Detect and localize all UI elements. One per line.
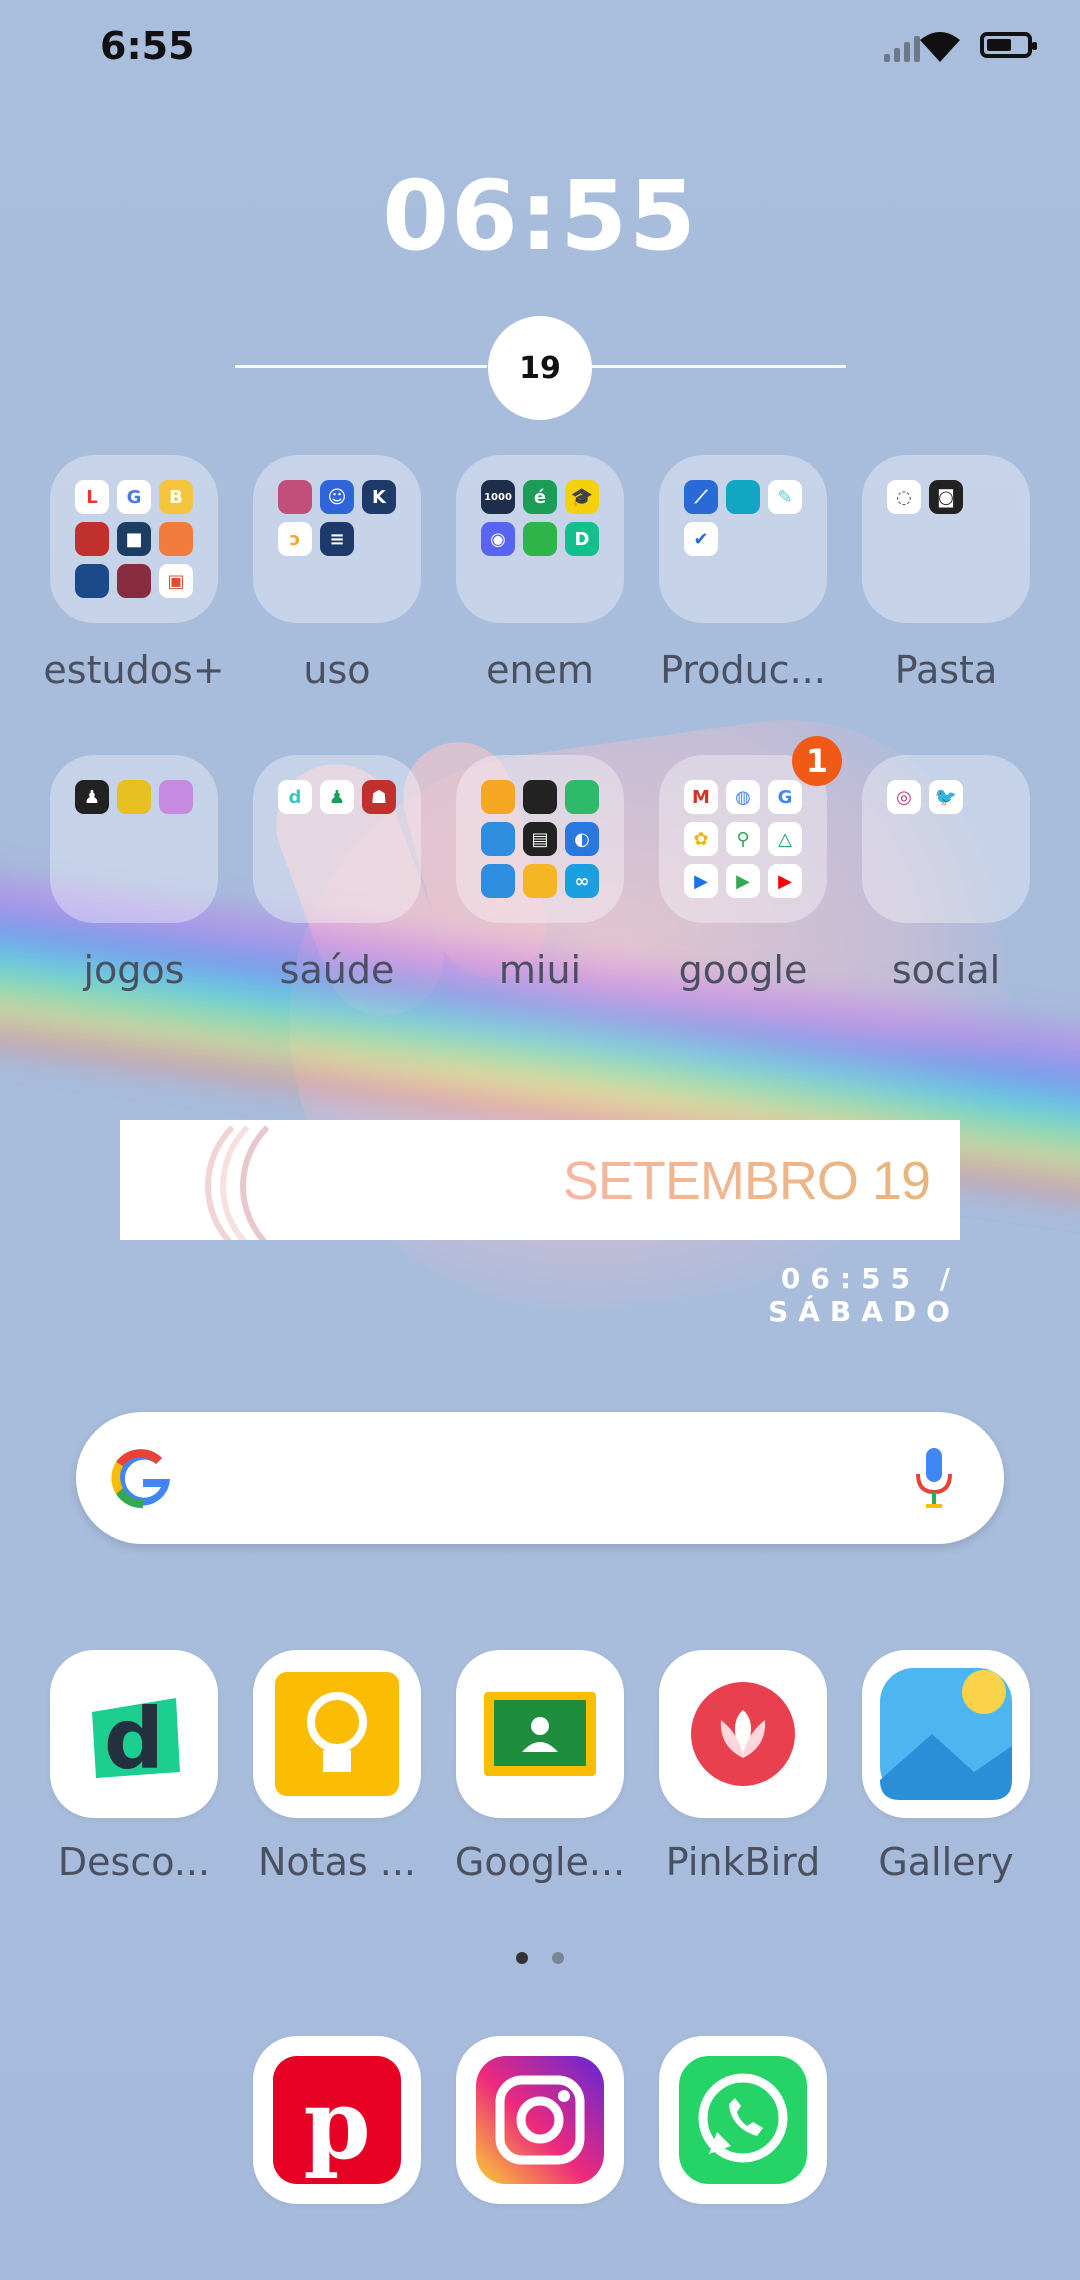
folder-saude[interactable]: d ♟ ☗	[253, 755, 421, 923]
app-keep-notes[interactable]	[253, 1650, 421, 1818]
svg-text:d: d	[104, 1690, 164, 1788]
keep-notes-icon	[275, 1672, 399, 1796]
pinterest-icon: p	[273, 2056, 401, 2184]
dock-pinterest[interactable]: p	[253, 2036, 421, 2204]
clock-day-badge: 19	[488, 316, 592, 420]
svg-text:p: p	[303, 2068, 370, 2181]
dock-whatsapp[interactable]	[659, 2036, 827, 2204]
status-bar: 6:55	[0, 0, 1080, 100]
app-label: Google...	[454, 1840, 626, 1884]
app-pinkbird[interactable]	[659, 1650, 827, 1818]
clock-divider-left	[235, 365, 487, 368]
folder-miui[interactable]: ▤ ◐ ∞	[456, 755, 624, 923]
whatsapp-icon	[679, 2056, 807, 2184]
status-time: 6:55	[100, 24, 195, 68]
folder-label: estudos+	[43, 648, 225, 692]
battery-icon	[980, 32, 1037, 58]
folder-enem[interactable]: 1000 é 🎓 ◉ D	[456, 455, 624, 623]
descomplica-icon: d	[92, 1690, 180, 1788]
clock-widget-time[interactable]: 06:55	[0, 160, 1080, 272]
folder-estudos[interactable]: L G B ■ ▣	[50, 455, 218, 623]
folder-social[interactable]: ◎ 🐦	[862, 755, 1030, 923]
date-widget[interactable]: SETEMBRO 19	[120, 1120, 960, 1240]
google-classroom-icon	[484, 1692, 596, 1776]
instagram-icon	[476, 2056, 604, 2184]
folder-label: saúde	[279, 948, 395, 992]
folder-label: jogos	[83, 948, 185, 992]
folder-label: Pasta	[894, 648, 998, 692]
app-google-classroom[interactable]	[456, 1650, 624, 1818]
dock-instagram[interactable]	[456, 2036, 624, 2204]
page-dot[interactable]	[552, 1952, 564, 1964]
mic-icon[interactable]	[914, 1446, 954, 1510]
wifi-icon	[920, 32, 960, 62]
app-gallery[interactable]	[862, 1650, 1030, 1818]
app-label: Desco...	[57, 1840, 211, 1884]
folder-label: Produc...	[660, 648, 826, 692]
folder-uso[interactable]: ☺ K ↄ ≡	[253, 455, 421, 623]
pinkbird-icon	[691, 1682, 795, 1786]
google-g-icon	[111, 1449, 170, 1509]
notification-badge: 1	[792, 736, 842, 786]
folder-label: uso	[303, 648, 371, 692]
clock-divider-right	[592, 365, 846, 368]
widget-subtitle: 06:55 / SÁBADO	[768, 1262, 960, 1328]
page-dot-active[interactable]	[516, 1952, 528, 1964]
app-descomplica[interactable]: d	[50, 1650, 218, 1818]
folder-label: miui	[498, 948, 582, 992]
widget-arc	[240, 1120, 412, 1240]
google-search-bar[interactable]	[76, 1412, 1004, 1544]
app-label: PinkBird	[665, 1840, 821, 1884]
folder-label: social	[891, 948, 1001, 992]
folder-label: google	[678, 948, 808, 992]
app-label: Gallery	[878, 1840, 1014, 1884]
folder-productivity[interactable]: ⟋ ✎ ✔	[659, 455, 827, 623]
folder-pasta[interactable]: ◌ ◙	[862, 455, 1030, 623]
folder-label: enem	[486, 648, 594, 692]
gallery-icon	[880, 1668, 1012, 1800]
signal-icon	[884, 32, 920, 62]
folder-jogos[interactable]: ♟	[50, 755, 218, 923]
widget-month-day: SETEMBRO 19	[562, 1151, 931, 1211]
app-label: Notas ...	[258, 1840, 416, 1884]
